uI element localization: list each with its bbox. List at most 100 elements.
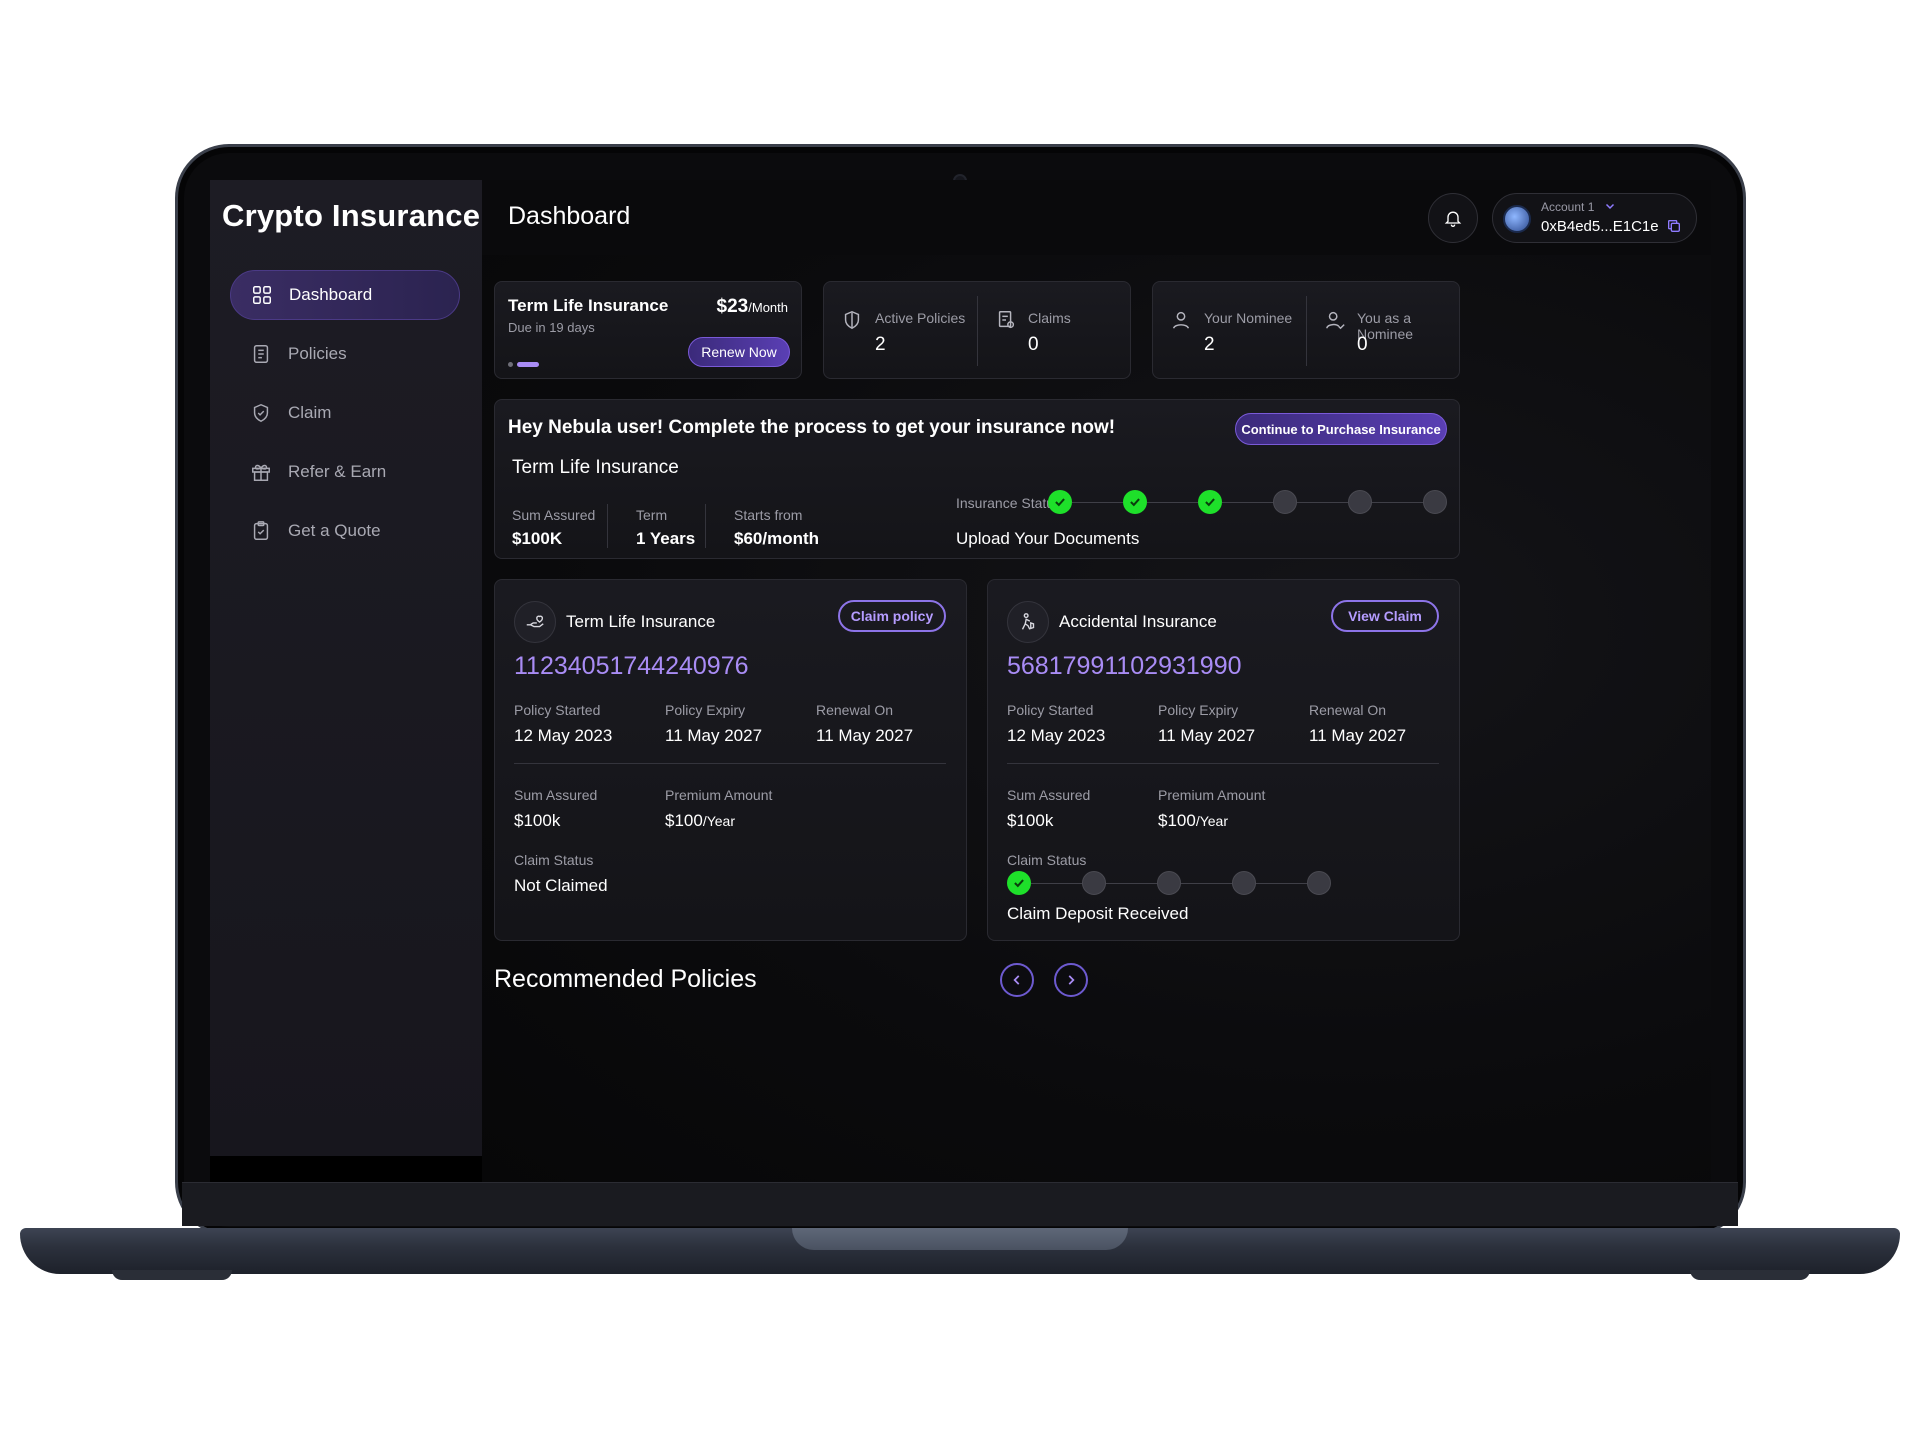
carousel-dot[interactable]: [508, 362, 513, 367]
policy-expiry-value: 11 May 2027: [1158, 726, 1256, 745]
policy-number: 56817991102931990: [1007, 652, 1242, 680]
claim-policy-button[interactable]: Claim policy: [838, 600, 946, 632]
claims-value: 0: [1028, 334, 1039, 355]
laptop-notch: [792, 1228, 1128, 1250]
renewal-on-label: Renewal On: [1309, 702, 1387, 718]
claim-status-label: Claim Status: [514, 852, 594, 868]
policy-expiry-label: Policy Expiry: [665, 702, 746, 718]
premium-value: $100: [1158, 811, 1196, 830]
sidebar-item-policies[interactable]: Policies: [230, 329, 460, 379]
shield-icon: [844, 310, 860, 330]
copy-icon[interactable]: [1666, 218, 1682, 234]
step-connector: [1297, 502, 1348, 503]
accident-icon: [1007, 601, 1049, 643]
claim-status-value: Not Claimed: [514, 876, 608, 895]
step-complete-icon: [1048, 490, 1072, 514]
gift-icon: [252, 464, 270, 481]
divider: [514, 763, 946, 764]
notifications-button[interactable]: [1428, 193, 1478, 243]
your-nominee-value: 2: [1204, 334, 1215, 355]
policy-started-value: 12 May 2023: [1007, 726, 1106, 745]
insurance-status-text: Upload Your Documents: [956, 529, 1140, 548]
policy-started-value: 12 May 2023: [514, 726, 613, 745]
you-as-nominee-value: 0: [1357, 334, 1368, 355]
step-connector: [1106, 883, 1157, 884]
sidebar-item-label: Policies: [288, 344, 347, 363]
chevron-left-icon: [1013, 975, 1020, 985]
sidebar-item-dashboard[interactable]: Dashboard: [230, 270, 460, 320]
shield-check-icon: [253, 403, 269, 423]
view-claim-button[interactable]: View Claim: [1331, 600, 1439, 632]
continue-purchase-button[interactable]: Continue to Purchase Insurance: [1235, 413, 1447, 445]
policy-started-label: Policy Started: [514, 702, 601, 718]
banner-product: Term Life Insurance: [512, 457, 679, 478]
carousel-dot-active[interactable]: [517, 362, 539, 367]
laptop-foot-left: [112, 1270, 232, 1280]
premium-amount-value: $100/Year: [1158, 811, 1228, 831]
account-address: 0xB4ed5...E1C1e: [1541, 218, 1659, 235]
sum-assured-value: $100k: [514, 811, 561, 830]
step-connector: [1031, 883, 1082, 884]
next-button[interactable]: [1054, 963, 1088, 997]
divider: [1306, 296, 1307, 366]
sum-assured-label: Sum Assured: [512, 507, 596, 523]
term-label: Term: [636, 507, 668, 523]
brand-logo: Crypto Insurance: [222, 198, 481, 233]
policy-expiry-value: 11 May 2027: [665, 726, 763, 745]
active-policies-value: 2: [875, 334, 886, 355]
due-card-price: $23/Month: [717, 296, 788, 318]
step-complete-icon: [1007, 871, 1031, 895]
step-pending: [1232, 871, 1256, 895]
sum-assured-value: $100k: [1007, 811, 1054, 830]
step-connector: [1147, 502, 1198, 503]
prev-button[interactable]: [1000, 963, 1034, 997]
account-selector[interactable]: Account 1 0xB4ed5...E1C1e: [1492, 193, 1697, 243]
account-label: Account 1: [1541, 200, 1595, 214]
policy-stats-card: Active Policies 2 Claims 0: [823, 281, 1131, 379]
term-value: 1 Years: [636, 529, 696, 548]
divider: [607, 504, 608, 548]
step-complete-icon: [1198, 490, 1222, 514]
sidebar-item-label: Claim: [288, 403, 332, 422]
policy-number: 11234051744240976: [514, 652, 749, 680]
due-text: Due in 19 days: [508, 320, 595, 335]
divider: [1007, 763, 1439, 764]
policy-expiry-label: Policy Expiry: [1158, 702, 1239, 718]
chevron-right-icon: [1068, 975, 1075, 985]
step-pending: [1273, 490, 1297, 514]
bell-icon: [1444, 211, 1462, 227]
policy-card-accidental: Accidental Insurance View Claim 56817991…: [987, 579, 1460, 941]
receipt-icon: [998, 311, 1015, 329]
step-pending: [1348, 490, 1372, 514]
purchase-progress-card: Hey Nebula user! Complete the process to…: [494, 399, 1460, 559]
your-nominee-label: Your Nominee: [1204, 310, 1293, 326]
clipboard-check-icon: [253, 521, 269, 540]
sidebar-nav: Dashboard Policies Claim Refer & Earn Ge…: [230, 270, 460, 565]
you-as-nominee-label: You as a Nominee: [1357, 310, 1414, 342]
policy-name: Accidental Insurance: [1059, 612, 1217, 631]
policy-name: Term Life Insurance: [566, 612, 716, 631]
claims-label: Claims: [1028, 310, 1071, 326]
price-unit: /Month: [748, 300, 788, 315]
sidebar-item-label: Get a Quote: [288, 521, 381, 540]
divider: [977, 296, 978, 366]
sidebar-item-claim[interactable]: Claim: [230, 388, 460, 438]
insurance-status-label: Insurance Status: [956, 495, 1062, 511]
screen: Crypto Insurance Dashboard Policies Clai…: [210, 180, 1711, 1182]
premium-unit: /Year: [702, 813, 736, 829]
premium-amount-label: Premium Amount: [665, 787, 773, 803]
premium-value: $100: [665, 811, 703, 830]
due-card-title: Term Life Insurance: [508, 296, 669, 315]
renew-now-button[interactable]: Renew Now: [688, 337, 790, 367]
page-title: Dashboard: [508, 202, 631, 230]
step-pending: [1423, 490, 1447, 514]
document-icon: [253, 345, 269, 363]
sidebar-item-label: Refer & Earn: [288, 462, 387, 481]
banner-heading: Hey Nebula user! Complete the process to…: [508, 417, 1116, 438]
sidebar-item-refer-earn[interactable]: Refer & Earn: [230, 447, 460, 497]
chevron-down-icon: [1605, 203, 1615, 210]
policy-card-term-life: Term Life Insurance Claim policy 1123405…: [494, 579, 967, 941]
sidebar-item-get-quote[interactable]: Get a Quote: [230, 506, 460, 556]
active-policies-label: Active Policies: [875, 310, 966, 326]
user-check-icon: [1326, 311, 1345, 330]
